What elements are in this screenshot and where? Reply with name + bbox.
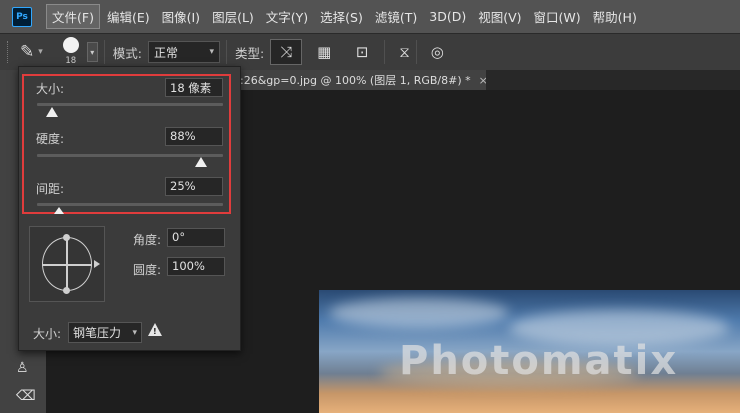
brush-size-preview: 18 bbox=[65, 56, 77, 66]
spacing-input[interactable]: 25% bbox=[165, 177, 223, 196]
size-slider-thumb[interactable] bbox=[45, 107, 58, 117]
roundness-input[interactable]: 100% bbox=[167, 257, 225, 276]
angle-input[interactable]: 0° bbox=[167, 228, 225, 247]
healing-brush-icon[interactable]: ✎ bbox=[20, 42, 34, 62]
hardness-slider-thumb[interactable] bbox=[194, 157, 207, 167]
options-bar-grip[interactable] bbox=[7, 41, 10, 63]
hardness-label: 硬度: bbox=[36, 132, 65, 146]
mode-select[interactable]: 正常 ▾ bbox=[148, 41, 220, 63]
menu-select[interactable]: 选择(S) bbox=[315, 5, 368, 28]
menu-layer[interactable]: 图层(L) bbox=[207, 5, 259, 28]
spacing-slider-thumb[interactable] bbox=[54, 207, 65, 214]
document-image[interactable]: Photomatix bbox=[319, 290, 740, 413]
menu-type[interactable]: 文字(Y) bbox=[261, 5, 313, 28]
chevron-down-icon: ▾ bbox=[209, 47, 214, 57]
angle-handle-icon[interactable] bbox=[94, 260, 100, 268]
roundness-axis bbox=[66, 237, 68, 291]
watermark-text: Photomatix bbox=[399, 338, 679, 384]
photoshop-logo: Ps bbox=[12, 6, 32, 27]
menu-view[interactable]: 视图(V) bbox=[473, 5, 526, 28]
divider bbox=[415, 40, 417, 64]
mode-label: 模式: bbox=[112, 45, 142, 61]
options-bar: ✎ ▾ 18 ▾ 模式: 正常 ▾ 类型: ⤨ ▦ ⊡ ⧖ ◎ bbox=[0, 33, 740, 70]
menu-filter[interactable]: 滤镜(T) bbox=[370, 5, 422, 28]
divider bbox=[384, 40, 386, 64]
roundness-handle[interactable] bbox=[63, 287, 70, 294]
menu-3d[interactable]: 3D(D) bbox=[424, 7, 471, 26]
size-label: 大小: bbox=[36, 82, 65, 96]
menu-image[interactable]: 图像(I) bbox=[157, 5, 205, 28]
brush-preset-picker[interactable]: 18 bbox=[57, 35, 87, 69]
control-label: 大小: bbox=[33, 327, 62, 341]
eraser-icon[interactable]: ⌫ bbox=[16, 388, 36, 404]
warning-mark: ! bbox=[153, 327, 157, 336]
document-title: :26&gp=0.jpg @ 100% (图层 1, RGB/8#) * bbox=[240, 74, 471, 87]
content-aware-icon[interactable]: ⤨ bbox=[270, 39, 303, 65]
divider bbox=[103, 40, 105, 64]
menu-bar: Ps 文件(F) 编辑(E) 图像(I) 图层(L) 文字(Y) 选择(S) 滤… bbox=[0, 0, 740, 33]
pressure-icon[interactable]: ◎ bbox=[431, 43, 444, 61]
spacing-label: 间距: bbox=[36, 182, 65, 196]
brush-picker-chevron-icon[interactable]: ▾ bbox=[86, 42, 98, 62]
menu-window[interactable]: 窗口(W) bbox=[529, 5, 586, 28]
tool-preset-chevron-icon[interactable]: ▾ bbox=[38, 47, 43, 57]
control-value: 钢笔压力 bbox=[73, 326, 122, 340]
divider bbox=[226, 40, 227, 64]
document-tab[interactable]: :26&gp=0.jpg @ 100% (图层 1, RGB/8#) * × bbox=[234, 70, 486, 90]
size-slider-track[interactable] bbox=[37, 103, 223, 106]
menu-file[interactable]: 文件(F) bbox=[46, 4, 100, 29]
chevron-down-icon: ▾ bbox=[132, 327, 137, 338]
mode-value: 正常 bbox=[154, 45, 179, 60]
roundness-handle[interactable] bbox=[63, 234, 70, 241]
create-texture-icon[interactable]: ▦ bbox=[308, 39, 340, 65]
menu-help[interactable]: 帮助(H) bbox=[588, 5, 642, 28]
close-icon[interactable]: × bbox=[479, 74, 486, 87]
size-control-select[interactable]: 钢笔压力 ▾ bbox=[68, 322, 142, 343]
roundness-label: 圆度: bbox=[133, 263, 162, 277]
menu-edit[interactable]: 编辑(E) bbox=[102, 5, 155, 28]
cloud bbox=[329, 298, 509, 328]
sample-all-layers-icon[interactable]: ⧖ bbox=[399, 43, 410, 61]
hardness-input[interactable]: 88% bbox=[165, 127, 223, 146]
proximity-match-icon[interactable]: ⊡ bbox=[346, 39, 378, 65]
spacing-slider-track[interactable] bbox=[37, 203, 223, 206]
size-input[interactable]: 18 像素 bbox=[165, 78, 223, 97]
brush-tip-icon bbox=[62, 37, 79, 53]
clone-stamp-icon[interactable]: ♙ bbox=[16, 360, 29, 376]
angle-label: 角度: bbox=[133, 233, 162, 247]
type-label: 类型: bbox=[235, 45, 265, 61]
